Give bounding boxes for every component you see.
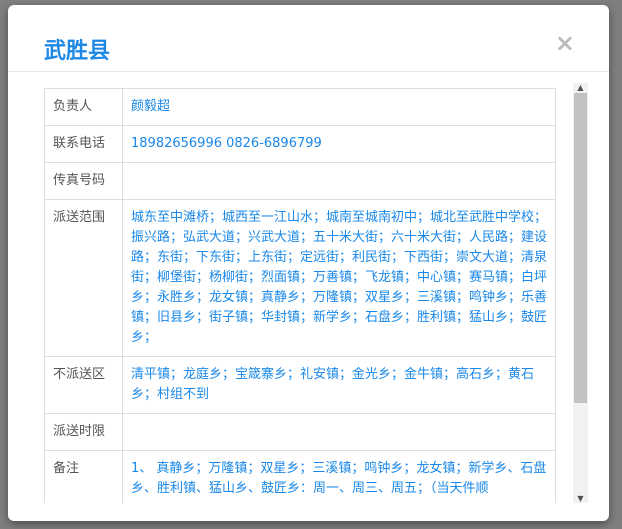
table-row: 联系电话 18982656996 0826-6896799 bbox=[44, 125, 556, 163]
row-value bbox=[122, 413, 556, 451]
table-row: 派送范围 城东至中滩桥；城西至一江山水；城南至城南初中；城北至武胜中学校；振兴路；… bbox=[44, 199, 556, 357]
scrollbar[interactable]: ▲ ▼ bbox=[573, 83, 588, 503]
table-row: 派送时限 bbox=[44, 413, 556, 451]
row-label: 派送时限 bbox=[44, 413, 123, 451]
row-value: 清平镇；龙庭乡；宝箴寨乡；礼安镇；金光乡；金牛镇；高石乡；黄石乡；村组不到 bbox=[122, 356, 556, 414]
table-row: 负责人 颜毅超 bbox=[44, 88, 556, 126]
info-table: 负责人 颜毅超 联系电话 18982656996 0826-6896799 传真号码 派… bbox=[44, 88, 556, 503]
scrollbar-thumb[interactable] bbox=[574, 93, 587, 403]
table-row: 不派送区 清平镇；龙庭乡；宝箴寨乡；礼安镇；金光乡；金牛镇；高石乡；黄石乡；村组不… bbox=[44, 356, 556, 414]
row-label: 负责人 bbox=[44, 88, 123, 126]
modal-header: 武胜县 × bbox=[8, 5, 609, 72]
modal-body: 负责人 颜毅超 联系电话 18982656996 0826-6896799 传真号码 派… bbox=[8, 73, 609, 503]
row-value: 城东至中滩桥；城西至一江山水；城南至城南初中；城北至武胜中学校；振兴路；弘武大道… bbox=[122, 199, 556, 357]
row-value: 1、 真静乡；万隆镇；双星乡；三溪镇；鸣钟乡；龙女镇；新学乡、石盘乡、胜利镇、猛… bbox=[122, 450, 556, 503]
scroll-down-icon[interactable]: ▼ bbox=[573, 494, 588, 503]
row-label: 传真号码 bbox=[44, 162, 123, 200]
table-row: 传真号码 bbox=[44, 162, 556, 200]
modal-title: 武胜县 bbox=[44, 39, 111, 64]
scroll-up-icon[interactable]: ▲ bbox=[573, 83, 588, 92]
row-label: 备注 bbox=[44, 450, 123, 503]
row-label: 不派送区 bbox=[44, 356, 123, 414]
row-value: 18982656996 0826-6896799 bbox=[122, 125, 556, 163]
table-row: 备注 1、 真静乡；万隆镇；双星乡；三溪镇；鸣钟乡；龙女镇；新学乡、石盘乡、胜利镇… bbox=[44, 450, 556, 503]
modal-dialog: 武胜县 × 负责人 颜毅超 联系电话 18982656996 0826-6896799… bbox=[8, 5, 609, 521]
row-value: 颜毅超 bbox=[122, 88, 556, 126]
row-label: 联系电话 bbox=[44, 125, 123, 163]
row-label: 派送范围 bbox=[44, 199, 123, 357]
row-value bbox=[122, 162, 556, 200]
close-icon[interactable]: × bbox=[555, 31, 575, 55]
